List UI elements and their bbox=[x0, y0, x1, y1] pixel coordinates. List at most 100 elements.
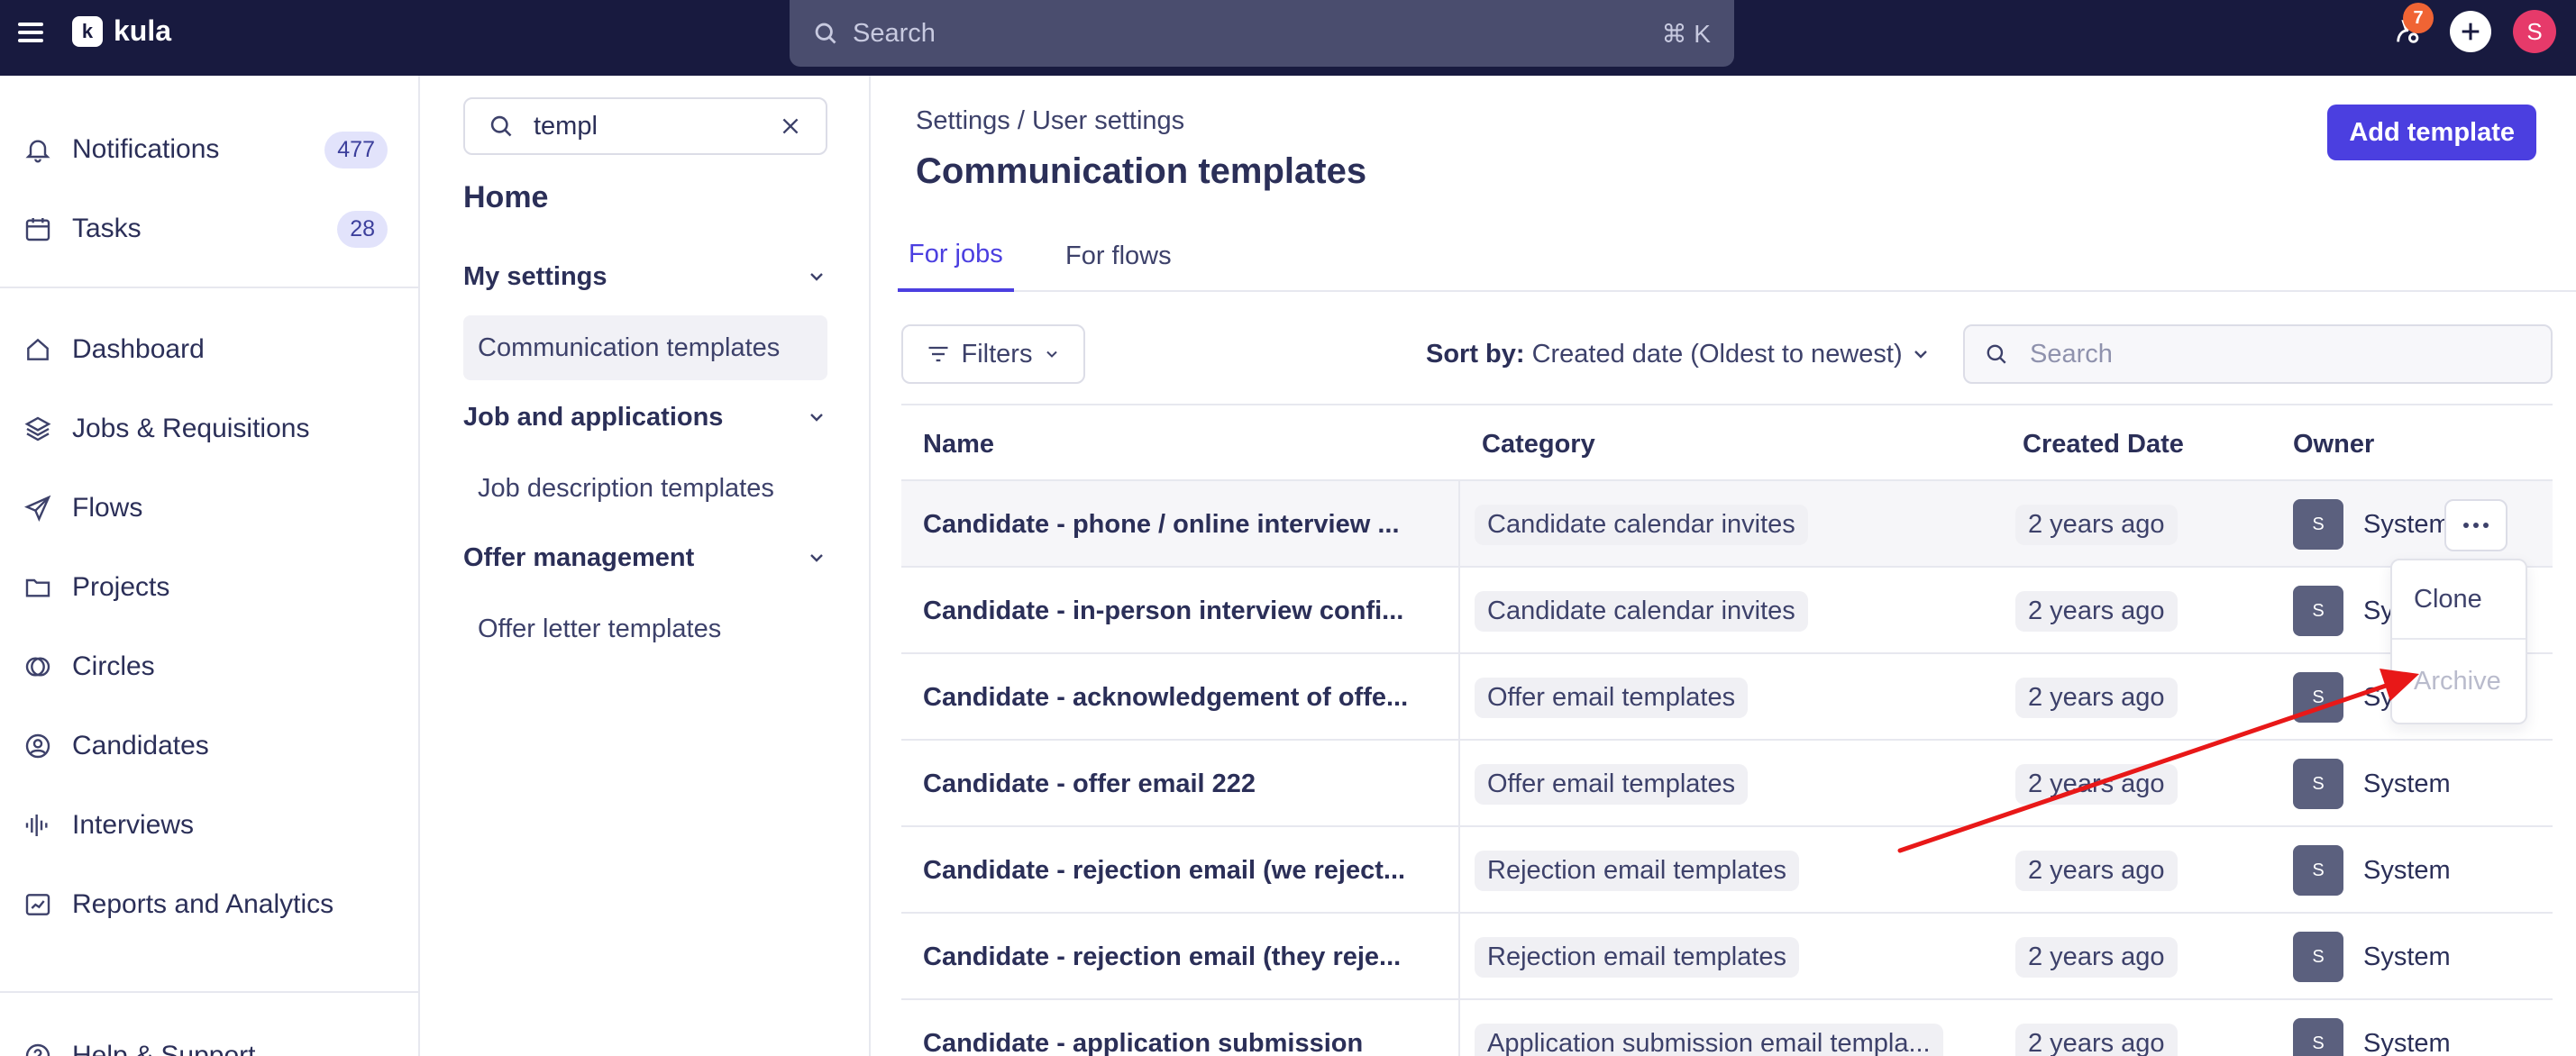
add-template-button[interactable]: Add template bbox=[2327, 105, 2536, 160]
settings-item-offer-letter-templates[interactable]: Offer letter templates bbox=[463, 596, 827, 661]
column-divider bbox=[1458, 741, 1460, 825]
column-divider bbox=[1458, 654, 1460, 739]
help-icon bbox=[22, 1040, 54, 1056]
column-header-owner[interactable]: Owner bbox=[2293, 405, 2374, 483]
search-icon bbox=[815, 23, 836, 44]
app-name: kula bbox=[114, 14, 172, 47]
sidebar-item-notifications[interactable]: Notifications 477 bbox=[22, 124, 388, 175]
sidebar-item-flows[interactable]: Flows bbox=[22, 483, 388, 533]
column-divider bbox=[1458, 827, 1460, 912]
sidebar-divider bbox=[0, 287, 420, 288]
owner-avatar: S bbox=[2293, 499, 2343, 550]
section-title: My settings bbox=[463, 261, 607, 291]
column-header-category[interactable]: Category bbox=[1482, 405, 1595, 483]
sort-value: Created date (Oldest to newest) bbox=[1531, 339, 1903, 369]
table-row[interactable]: Candidate - in-person interview confi...… bbox=[901, 568, 2553, 654]
sidebar-item-jobs[interactable]: Jobs & Requisitions bbox=[22, 404, 388, 454]
clone-menu-item[interactable]: Clone bbox=[2392, 560, 2526, 640]
sidebar-item-dashboard[interactable]: Dashboard bbox=[22, 324, 388, 375]
row-actions-menu: Clone Archive bbox=[2390, 559, 2527, 724]
table-row[interactable]: Candidate - acknowledgement of offe... O… bbox=[901, 654, 2553, 741]
main-content: Settings / User settings Communication t… bbox=[872, 76, 2576, 1056]
sidebar-item-help[interactable]: Help & Support bbox=[22, 1031, 388, 1056]
sidebar-item-candidates[interactable]: Candidates bbox=[22, 721, 388, 771]
row-more-actions-button[interactable] bbox=[2444, 499, 2507, 551]
section-offer-management[interactable]: Offer management bbox=[463, 535, 827, 580]
sidebar-item-circles[interactable]: Circles bbox=[22, 642, 388, 692]
clear-search-icon[interactable] bbox=[779, 114, 802, 138]
templates-search-placeholder: Search bbox=[2030, 339, 2113, 369]
created-date-pill: 2 years ago bbox=[2015, 504, 2178, 545]
send-icon bbox=[22, 492, 54, 524]
folder-icon bbox=[22, 571, 54, 604]
user-avatar[interactable]: S bbox=[2513, 10, 2556, 53]
notification-count-badge: 7 bbox=[2403, 3, 2434, 33]
created-date-pill: 2 years ago bbox=[2015, 1023, 2178, 1056]
category-pill: Rejection email templates bbox=[1475, 850, 1800, 891]
settings-search-input[interactable]: templ bbox=[463, 97, 827, 155]
owner-avatar: S bbox=[2293, 672, 2343, 723]
chevron-down-icon bbox=[810, 273, 823, 281]
category-pill: Offer email templates bbox=[1475, 677, 1749, 718]
sidebar-item-label: Dashboard bbox=[72, 334, 205, 364]
sidebar-item-reports[interactable]: Reports and Analytics bbox=[22, 879, 388, 930]
table-row[interactable]: Candidate - offer email 222 Offer email … bbox=[901, 741, 2553, 827]
column-header-name[interactable]: Name bbox=[923, 405, 994, 483]
settings-item-communication-templates[interactable]: Communication templates bbox=[463, 315, 827, 380]
owner-avatar: S bbox=[2293, 932, 2343, 982]
archive-menu-item[interactable]: Archive bbox=[2392, 642, 2526, 721]
table-row[interactable]: Candidate - phone / online interview ...… bbox=[901, 481, 2553, 568]
menu-icon[interactable] bbox=[18, 20, 43, 45]
table-row[interactable]: Candidate - rejection email (we reject..… bbox=[901, 827, 2553, 914]
owner-avatar: S bbox=[2293, 845, 2343, 896]
section-job-and-applications[interactable]: Job and applications bbox=[463, 395, 827, 440]
filter-icon bbox=[928, 346, 948, 362]
calendar-icon bbox=[22, 213, 54, 245]
settings-item-job-description-templates[interactable]: Job description templates bbox=[463, 456, 827, 521]
plus-icon bbox=[2462, 23, 2480, 41]
global-search[interactable]: Search ⌘ K bbox=[790, 0, 1734, 67]
sidebar-item-projects[interactable]: Projects bbox=[22, 562, 388, 613]
templates-search-input[interactable]: Search bbox=[1963, 324, 2553, 384]
sidebar-item-label: Reports and Analytics bbox=[72, 889, 334, 919]
sidebar-item-tasks[interactable]: Tasks 28 bbox=[22, 204, 388, 254]
layers-icon bbox=[22, 413, 54, 445]
sidebar-item-label: Tasks bbox=[72, 214, 142, 243]
column-divider bbox=[1458, 914, 1460, 998]
template-name: Candidate - acknowledgement of offe... bbox=[923, 682, 1409, 712]
category-pill: Rejection email templates bbox=[1475, 936, 1800, 978]
owner-name: System bbox=[2363, 509, 2451, 539]
breadcrumb[interactable]: Settings / User settings bbox=[916, 106, 1184, 136]
table-row[interactable]: Candidate - rejection email (they reje..… bbox=[901, 914, 2553, 1000]
sidebar-item-label: Circles bbox=[72, 651, 155, 681]
section-my-settings[interactable]: My settings bbox=[463, 254, 827, 299]
filters-button[interactable]: Filters bbox=[901, 324, 1085, 384]
sidebar-item-label: Projects bbox=[72, 572, 170, 602]
settings-home-link[interactable]: Home bbox=[463, 180, 548, 215]
column-header-created-date[interactable]: Created Date bbox=[2023, 405, 2184, 483]
sidebar-item-label: Flows bbox=[72, 493, 143, 523]
sidebar-divider bbox=[0, 991, 420, 993]
app-logo[interactable]: k kula bbox=[72, 14, 171, 48]
main-sidebar: Notifications 477 Tasks 28 Dashboard Job… bbox=[0, 76, 420, 1056]
tab-for-jobs[interactable]: For jobs bbox=[898, 220, 1014, 292]
kula-logo-icon: k bbox=[72, 15, 103, 47]
sidebar-item-interviews[interactable]: Interviews bbox=[22, 800, 388, 851]
template-name: Candidate - in-person interview confi... bbox=[923, 596, 1404, 625]
search-icon bbox=[490, 115, 512, 137]
create-button[interactable] bbox=[2450, 11, 2491, 52]
chevron-down-icon bbox=[1914, 350, 1927, 359]
template-name: Candidate - offer email 222 bbox=[923, 769, 1256, 798]
column-divider bbox=[1458, 568, 1460, 652]
global-search-placeholder: Search bbox=[853, 18, 936, 48]
table-row[interactable]: Candidate - application submission Appli… bbox=[901, 1000, 2553, 1056]
sort-dropdown[interactable]: Sort by: Created date (Oldest to newest) bbox=[1426, 324, 1932, 384]
owner-avatar: S bbox=[2293, 759, 2343, 809]
category-pill: Candidate calendar invites bbox=[1475, 504, 1808, 545]
notifications-count-badge: 477 bbox=[324, 131, 388, 168]
activity-icon[interactable]: 7 bbox=[2389, 3, 2434, 51]
tab-for-flows[interactable]: For flows bbox=[1055, 220, 1183, 292]
chart-icon bbox=[22, 888, 54, 921]
chevron-down-icon bbox=[810, 554, 823, 562]
settings-panel: templ Home My settings Communication tem… bbox=[422, 76, 871, 1056]
